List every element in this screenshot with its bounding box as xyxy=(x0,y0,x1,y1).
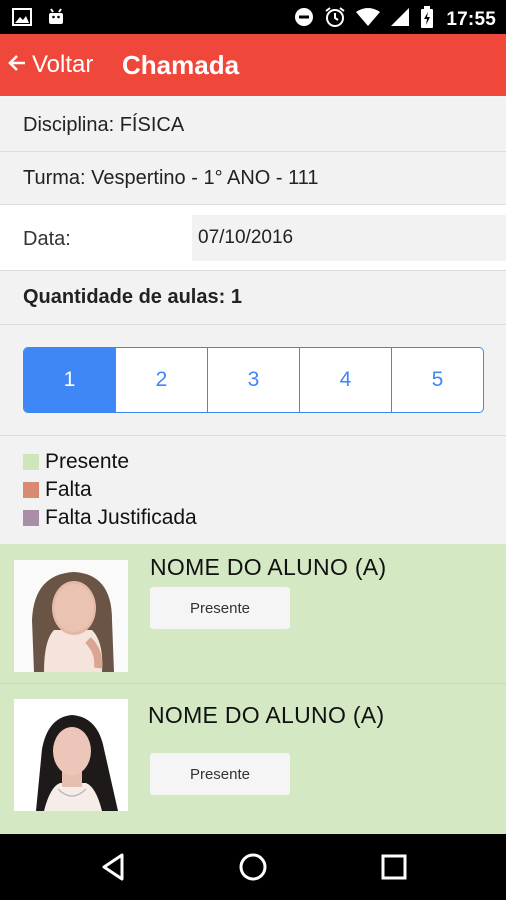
android-icon xyxy=(46,7,66,32)
attendance-status-button[interactable]: Presente xyxy=(150,753,290,795)
lesson-option-5[interactable]: 5 xyxy=(392,348,483,412)
legend-label: Presente xyxy=(45,450,130,473)
status-bar-notifications xyxy=(12,7,66,32)
status-time: 17:55 xyxy=(446,8,496,30)
alarm-icon xyxy=(324,6,346,33)
quantidade-row: Quantidade de aulas: 1 xyxy=(0,271,506,325)
image-icon xyxy=(12,7,32,32)
back-icon[interactable] xyxy=(98,851,130,883)
back-button[interactable]: Voltar xyxy=(8,51,93,79)
student-photo xyxy=(14,560,128,672)
student-photo xyxy=(14,699,128,811)
list-item: NOME DO ALUNO (A) Presente xyxy=(0,544,506,684)
legend-label: Falta xyxy=(45,478,92,501)
lessons-selector-section: 1 2 3 4 5 xyxy=(0,325,506,436)
disciplina-text: Disciplina: FÍSICA xyxy=(23,114,185,136)
lesson-option-4[interactable]: 4 xyxy=(300,348,392,412)
navigation-bar xyxy=(0,834,506,900)
student-name: NOME DO ALUNO (A) xyxy=(148,702,385,728)
attendance-legend: Presente Falta Falta Justificada xyxy=(0,436,506,544)
attendance-status-button[interactable]: Presente xyxy=(150,587,290,629)
lesson-option-2[interactable]: 2 xyxy=(116,348,208,412)
legend-item-falta: Falta xyxy=(23,478,92,502)
home-icon[interactable] xyxy=(237,851,269,883)
date-input[interactable] xyxy=(192,215,506,261)
turma-row: Turma: Vespertino - 1° ANO - 111 xyxy=(0,152,506,205)
app-bar: Voltar Chamada xyxy=(0,34,506,96)
wifi-icon xyxy=(356,7,381,32)
status-bar: 17:55 xyxy=(0,0,506,34)
legend-swatch xyxy=(23,510,39,526)
legend-swatch xyxy=(23,482,39,498)
legend-label: Falta Justificada xyxy=(45,506,197,529)
student-list: NOME DO ALUNO (A) Presente NOME DO ALUNO… xyxy=(0,544,506,834)
legend-item-presente: Presente xyxy=(23,450,129,474)
list-item: NOME DO ALUNO (A) Presente xyxy=(0,684,506,834)
data-row: Data: xyxy=(0,205,506,271)
student-name: NOME DO ALUNO (A) xyxy=(150,554,387,580)
page-title: Chamada xyxy=(122,50,240,80)
legend-item-falta-justificada: Falta Justificada xyxy=(23,506,197,530)
arrow-left-icon xyxy=(8,51,26,79)
minus-circle-icon xyxy=(294,7,314,32)
status-bar-system: 17:55 xyxy=(294,6,496,33)
turma-text: Turma: Vespertino - 1° ANO - 111 xyxy=(23,167,319,189)
signal-icon xyxy=(390,7,410,32)
legend-swatch xyxy=(23,454,39,470)
recents-icon[interactable] xyxy=(378,851,410,883)
lesson-option-3[interactable]: 3 xyxy=(208,348,300,412)
disciplina-row: Disciplina: FÍSICA xyxy=(0,98,506,152)
battery-icon xyxy=(420,6,434,33)
data-label: Data: xyxy=(23,228,71,250)
back-label: Voltar xyxy=(32,51,94,78)
lesson-option-1[interactable]: 1 xyxy=(24,348,116,412)
quantidade-text: Quantidade de aulas: 1 xyxy=(23,286,242,308)
lessons-segmented-control: 1 2 3 4 5 xyxy=(23,347,484,413)
